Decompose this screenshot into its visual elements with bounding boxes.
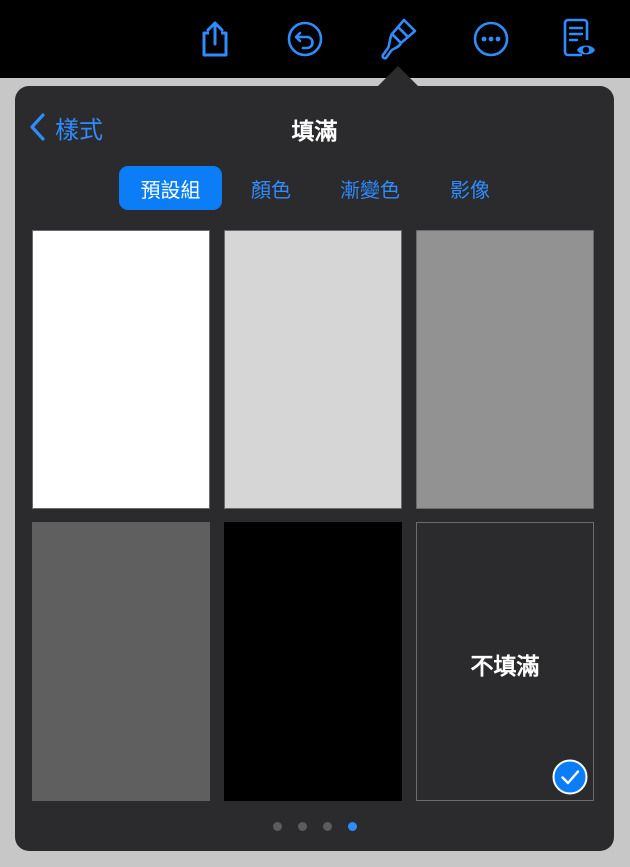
fill-swatch-grid: 不填滿 bbox=[32, 230, 594, 802]
swatch-white[interactable] bbox=[32, 230, 210, 509]
segment-gradient[interactable]: 漸變色 bbox=[320, 166, 420, 210]
no-fill-label: 不填滿 bbox=[470, 654, 540, 680]
swatch-black[interactable] bbox=[224, 522, 402, 801]
page-indicator bbox=[15, 818, 614, 834]
swatch-gray[interactable] bbox=[416, 230, 594, 509]
paintbrush-icon[interactable] bbox=[373, 14, 423, 64]
page-dot-4[interactable] bbox=[347, 821, 357, 831]
fill-popover: 樣式 填滿 預設組 顏色 漸變色 影像 不填滿 bbox=[15, 86, 614, 851]
swatch-dark-gray[interactable] bbox=[32, 522, 210, 801]
undo-icon[interactable] bbox=[280, 14, 330, 64]
page-dot-2[interactable] bbox=[297, 821, 307, 831]
reader-view-icon[interactable] bbox=[554, 14, 604, 64]
swatch-light-gray[interactable] bbox=[224, 230, 402, 509]
popover-title: 填滿 bbox=[291, 119, 338, 145]
more-icon[interactable] bbox=[466, 14, 516, 64]
segment-image[interactable]: 影像 bbox=[420, 166, 520, 210]
page-dot-3[interactable] bbox=[322, 821, 332, 831]
checkmark-icon bbox=[552, 759, 588, 795]
page-dot-1[interactable] bbox=[272, 821, 282, 831]
popover-arrow bbox=[376, 66, 420, 88]
segment-presets[interactable]: 預設組 bbox=[119, 166, 222, 210]
share-icon[interactable] bbox=[190, 14, 240, 64]
segment-color[interactable]: 顏色 bbox=[222, 166, 320, 210]
swatch-no-fill[interactable]: 不填滿 bbox=[416, 522, 594, 801]
toolbar bbox=[0, 0, 630, 78]
segmented-control: 預設組 顏色 漸變色 影像 bbox=[119, 166, 520, 210]
